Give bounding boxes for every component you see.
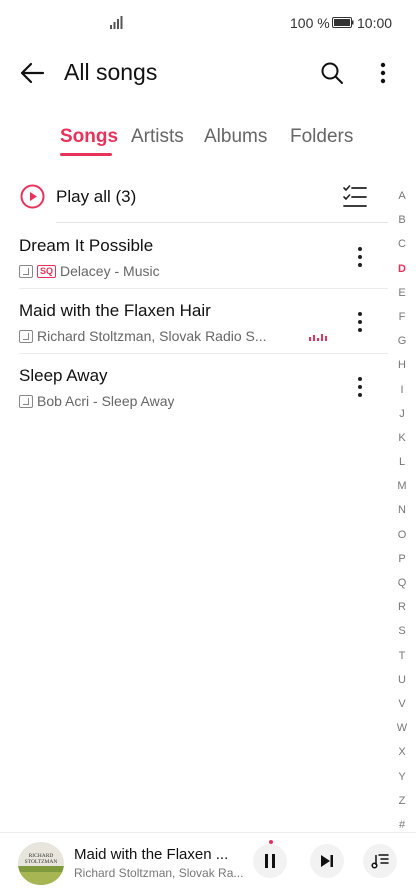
now-playing-equalizer-icon	[309, 334, 327, 341]
song-title: Sleep Away	[19, 366, 108, 385]
album-art: RICHARD STOLTZMAN	[18, 842, 64, 885]
song-subtitle: SQ Delacey - Music	[19, 263, 160, 279]
alphabet-letter[interactable]: C	[392, 234, 412, 258]
alphabet-letter[interactable]: A	[392, 186, 412, 210]
search-icon	[321, 62, 343, 84]
alphabet-letter[interactable]: M	[392, 476, 412, 500]
status-bar: 100 % 10:00	[0, 0, 416, 46]
alphabet-letter[interactable]: Y	[392, 767, 412, 791]
alphabet-letter[interactable]: O	[392, 525, 412, 549]
alphabet-letter[interactable]: S	[392, 621, 412, 645]
clock: 10:00	[357, 15, 393, 31]
alphabet-letter[interactable]: L	[392, 452, 412, 476]
alphabet-letter[interactable]: B	[392, 210, 412, 234]
alphabet-letter[interactable]: G	[392, 331, 412, 355]
playlist-queue-button[interactable]	[363, 844, 397, 878]
song-more-button[interactable]	[348, 309, 372, 335]
local-file-icon	[19, 264, 33, 278]
alphabet-letter[interactable]: H	[392, 355, 412, 379]
song-title: Dream It Possible	[19, 236, 154, 255]
svg-text:STOLTZMAN: STOLTZMAN	[25, 859, 58, 865]
alphabet-letter[interactable]: F	[392, 307, 412, 331]
alphabet-letter[interactable]: N	[392, 500, 412, 524]
checklist-icon	[343, 185, 367, 207]
more-options-button[interactable]	[368, 57, 398, 89]
search-button[interactable]	[316, 57, 348, 89]
song-row[interactable]: Dream It Possible SQ Delacey - Music	[0, 224, 388, 289]
song-more-button[interactable]	[348, 374, 372, 400]
local-file-icon	[19, 394, 33, 408]
alphabet-letter[interactable]: I	[392, 380, 412, 404]
alphabet-letter[interactable]: P	[392, 549, 412, 573]
playlist-icon	[371, 854, 389, 869]
more-vertical-icon	[358, 377, 362, 397]
alphabet-letter[interactable]: D	[392, 259, 412, 283]
signal-icon	[110, 16, 123, 29]
alphabet-letter[interactable]: Q	[392, 573, 412, 597]
pause-button[interactable]	[253, 844, 287, 878]
mini-player[interactable]: RICHARD STOLTZMAN Maid with the Flaxen .…	[0, 832, 416, 889]
alphabet-letter[interactable]: T	[392, 646, 412, 670]
alphabet-index[interactable]: A B C D E F G H I J K L M N O P Q R S T U V W X Y Z #	[392, 186, 412, 839]
battery-icon	[332, 17, 354, 28]
alphabet-letter[interactable]: W	[392, 718, 412, 742]
category-tabs: Songs Artists Albums Folders	[0, 122, 416, 162]
alphabet-letter[interactable]: E	[392, 283, 412, 307]
divider	[56, 222, 388, 223]
song-artist-album: Richard Stoltzman, Slovak Radio S...	[37, 328, 267, 344]
alphabet-letter[interactable]: Z	[392, 791, 412, 815]
page-title: All songs	[64, 59, 158, 85]
next-track-button[interactable]	[310, 844, 344, 878]
alphabet-letter[interactable]: J	[392, 404, 412, 428]
song-artist-album: Delacey - Music	[60, 263, 160, 279]
app-header: All songs	[0, 50, 416, 96]
multiselect-button[interactable]	[340, 182, 370, 212]
alphabet-letter[interactable]: X	[392, 742, 412, 766]
alphabet-letter[interactable]: V	[392, 694, 412, 718]
tab-indicator	[60, 153, 112, 156]
arrow-left-icon	[20, 62, 45, 84]
song-artist-album: Bob Acri - Sleep Away	[37, 393, 175, 409]
alphabet-letter[interactable]: R	[392, 597, 412, 621]
tab-folders[interactable]: Folders	[290, 126, 353, 148]
tab-artists[interactable]: Artists	[131, 126, 184, 148]
song-row[interactable]: Maid with the Flaxen Hair Richard Stoltz…	[0, 289, 388, 354]
play-all-label: Play all (3)	[56, 187, 137, 206]
alphabet-letter[interactable]: U	[392, 670, 412, 694]
song-subtitle: Richard Stoltzman, Slovak Radio S...	[19, 328, 267, 344]
more-vertical-icon	[380, 62, 386, 84]
now-playing-artist: Richard Stoltzman, Slovak Ra...	[74, 866, 244, 880]
local-file-icon	[19, 329, 33, 343]
play-circle-icon	[20, 184, 45, 209]
song-title: Maid with the Flaxen Hair	[19, 301, 211, 320]
more-vertical-icon	[358, 312, 362, 332]
song-subtitle: Bob Acri - Sleep Away	[19, 393, 174, 409]
song-row[interactable]: Sleep Away Bob Acri - Sleep Away	[0, 354, 388, 419]
back-button[interactable]	[14, 57, 50, 89]
pause-icon	[265, 854, 275, 868]
alphabet-letter[interactable]: K	[392, 428, 412, 452]
now-playing-title: Maid with the Flaxen ...	[74, 846, 229, 863]
song-more-button[interactable]	[348, 244, 372, 270]
sq-quality-badge: SQ	[37, 264, 57, 278]
skip-next-icon	[321, 855, 333, 867]
play-all-row[interactable]: Play all (3)	[0, 174, 388, 222]
tab-albums[interactable]: Albums	[204, 126, 267, 148]
tab-songs[interactable]: Songs	[60, 126, 118, 148]
more-vertical-icon	[358, 247, 362, 267]
song-list: Dream It Possible SQ Delacey - Music Mai…	[0, 224, 388, 419]
battery-percentage: 100 %	[290, 15, 330, 31]
